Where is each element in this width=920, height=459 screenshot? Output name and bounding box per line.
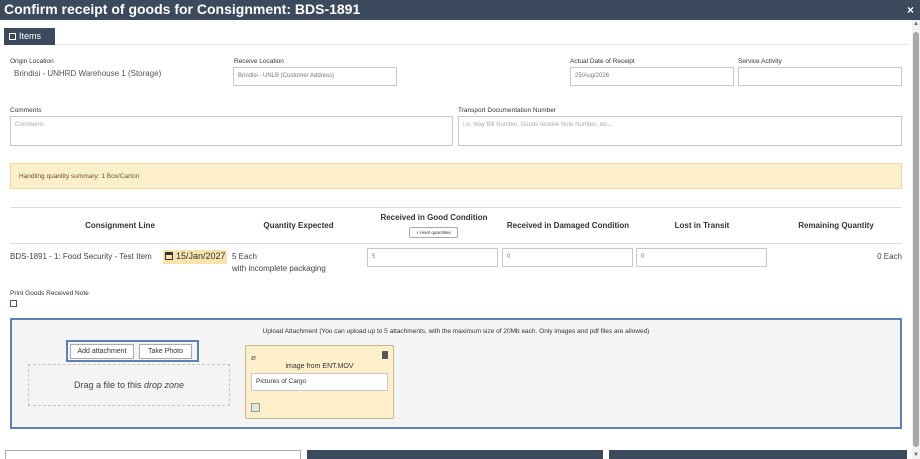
tab-items-label: Items xyxy=(19,31,42,41)
upload-section: Upload Attachment (You can upload up to … xyxy=(10,318,902,429)
drop-zone-text: Drag a file to this xyxy=(73,380,144,390)
quantity-expected-note: with incomplete packaging xyxy=(232,264,326,273)
comments-textarea[interactable]: Comments xyxy=(10,116,453,146)
line-date-value: 15/Jan/2027 xyxy=(176,251,226,261)
table-header-divider xyxy=(10,243,902,244)
bottom-button-left[interactable] xyxy=(5,450,301,459)
header-consignment-line: Consignment Line xyxy=(85,221,155,230)
tab-bar: Items xyxy=(4,28,908,45)
tab-items[interactable]: Items xyxy=(4,28,55,45)
header-lost-in-transit: Lost in Transit xyxy=(674,221,730,230)
consignment-line-text: BDS-1891 - 1: Food Security - Test Item xyxy=(10,252,152,261)
actual-date-label: Actual Date of Receipt xyxy=(570,58,635,65)
drop-zone[interactable]: Drag a file to this drop zone xyxy=(28,364,230,406)
window-titlebar: Confirm receipt of goods for Consignment… xyxy=(0,0,920,20)
attachment-card: ⌀ image from ENT.MOV Pictures of Cargo xyxy=(245,345,394,419)
handling-summary-banner: Handling quantity summary: 1 Box/Carton xyxy=(10,163,902,189)
transport-doc-textarea[interactable]: I.e. Way Bill Number, Goods receive Note… xyxy=(458,116,902,146)
trash-icon[interactable] xyxy=(382,351,388,359)
header-received-good: Received in Good Condition xyxy=(380,213,488,222)
quantity-expected-value: 5 Each xyxy=(232,252,257,261)
attachment-filename: image from ENT.MOV xyxy=(285,363,354,370)
bottom-button-middle[interactable] xyxy=(307,450,603,459)
scrollbar[interactable]: ▲ ▼ xyxy=(912,20,920,459)
receive-location-field[interactable]: Brindisi - UNLB (Customer Address) xyxy=(233,67,397,86)
header-received-damaged: Received in Damaged Condition xyxy=(506,221,630,230)
drop-zone-emphasis: drop zone xyxy=(144,380,185,390)
broken-image-icon xyxy=(251,403,260,412)
take-photo-button[interactable]: Take Photo xyxy=(139,344,192,359)
close-icon[interactable]: × xyxy=(907,3,914,17)
bottom-button-right[interactable] xyxy=(609,450,907,459)
add-attachment-button[interactable]: Add attachment xyxy=(70,344,134,359)
origin-location-value: Brindisi - UNHRD Warehouse 1 (Storage) xyxy=(14,69,162,78)
receive-location-label: Receive Location xyxy=(234,58,284,65)
received-good-input[interactable]: 5 xyxy=(367,248,498,267)
scroll-up-icon[interactable]: ▲ xyxy=(912,21,920,27)
window-title: Confirm receipt of goods for Consignment… xyxy=(4,1,361,17)
received-damaged-input[interactable]: 0 xyxy=(502,248,633,267)
reset-quantities-button[interactable]: × reset quantities xyxy=(409,227,458,238)
origin-location-label: Origin Location xyxy=(10,58,54,65)
table-top-divider xyxy=(10,207,902,208)
lost-in-transit-input[interactable]: 0 xyxy=(636,248,767,267)
list-icon xyxy=(9,33,16,40)
upload-title: Upload Attachment (You can upload up to … xyxy=(262,328,650,335)
scrollbar-thumb[interactable] xyxy=(913,32,919,447)
remaining-quantity-value: 0 Each xyxy=(877,252,902,261)
print-note-checkbox[interactable] xyxy=(10,300,17,307)
paperclip-icon: ⌀ xyxy=(251,353,256,362)
comments-label: Comments xyxy=(10,107,42,114)
print-note-label: Print Goods Received Note xyxy=(10,290,89,297)
service-activity-label: Service Activity xyxy=(738,58,782,65)
actual-date-field[interactable]: 25/Aug/2026 xyxy=(570,67,734,86)
service-activity-field[interactable] xyxy=(738,67,902,86)
calendar-icon xyxy=(165,252,173,260)
attachment-description-input[interactable]: Pictures of Cargo xyxy=(251,373,388,391)
header-remaining-quantity: Remaining Quantity xyxy=(798,221,874,230)
scroll-down-icon[interactable]: ▼ xyxy=(912,452,920,458)
transport-doc-label: Transport Documentation Number xyxy=(458,107,557,114)
header-quantity-expected: Quantity Expected xyxy=(263,221,334,230)
line-date-badge: 15/Jan/2027 xyxy=(163,250,227,264)
